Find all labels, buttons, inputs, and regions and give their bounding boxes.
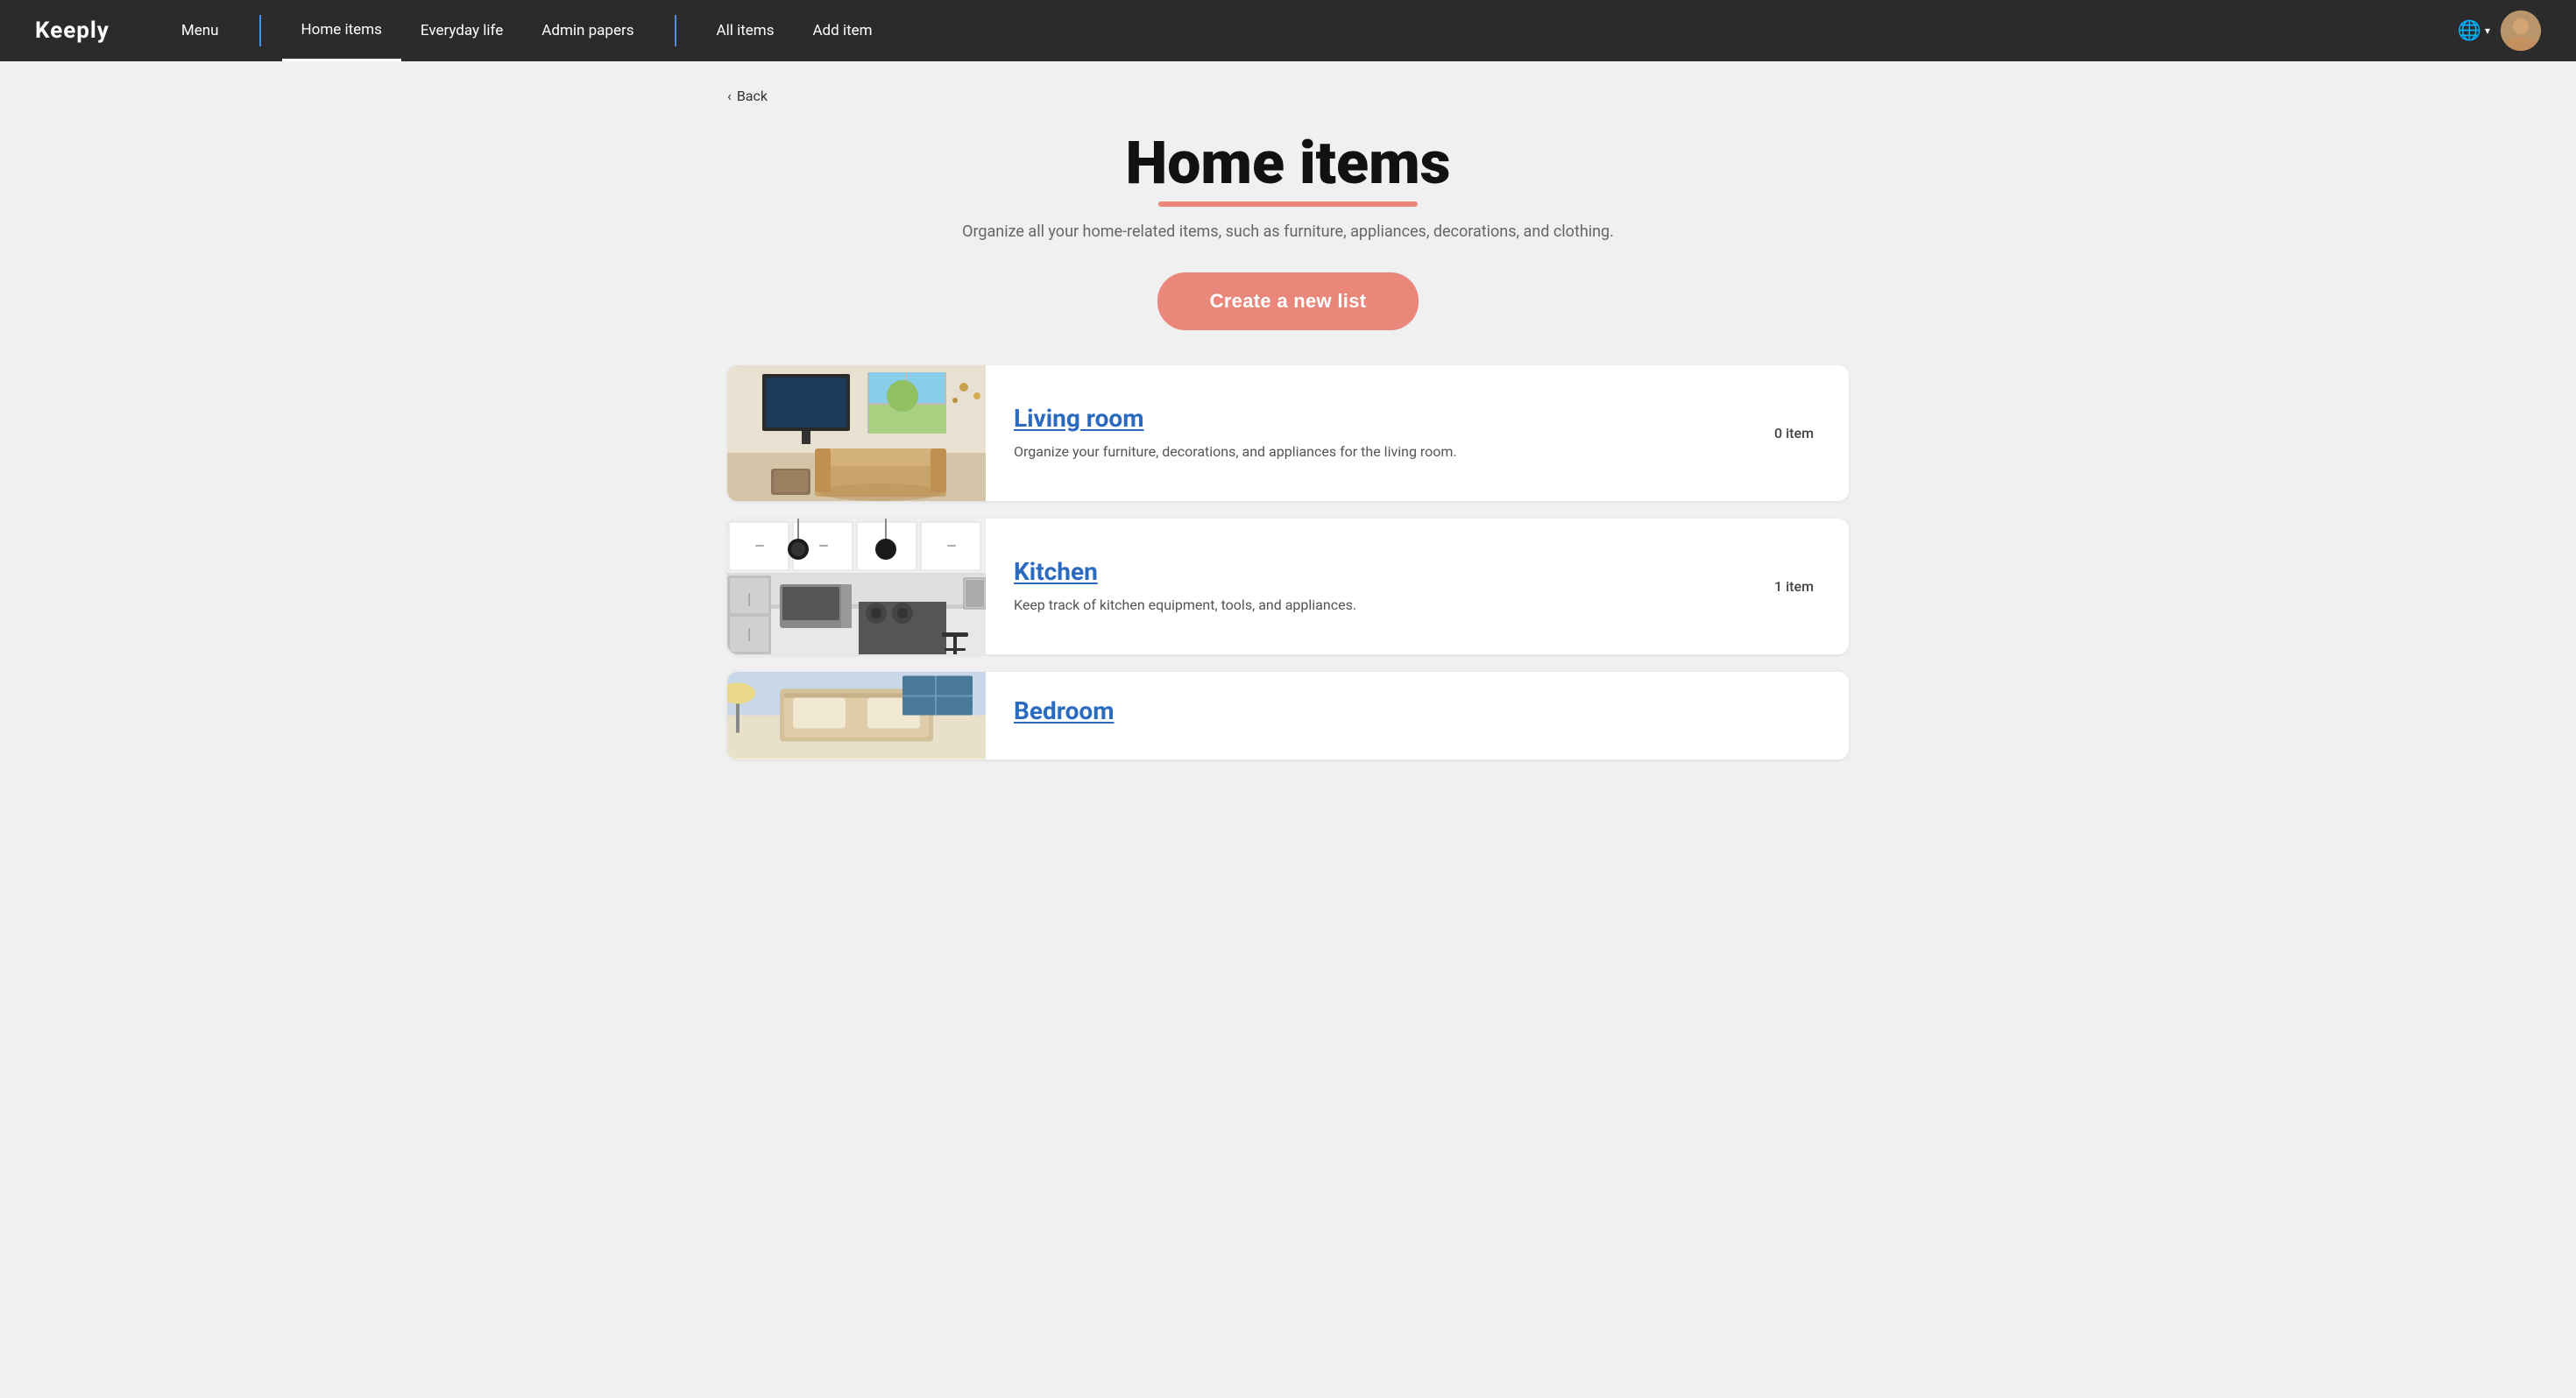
language-button[interactable]: 🌐 ▾ xyxy=(2458,19,2490,42)
avatar-image xyxy=(2501,11,2541,51)
list-description-living-room: Organize your furniture, decorations, an… xyxy=(1014,441,1746,462)
back-button[interactable]: ‹ Back xyxy=(727,88,1849,104)
list-title-kitchen[interactable]: Kitchen xyxy=(1014,557,1098,586)
list-card-image-bedroom xyxy=(727,672,986,759)
list-card-image-kitchen xyxy=(727,519,986,654)
brand-logo: Keeply xyxy=(35,18,110,44)
list-count-living-room: 0 item xyxy=(1774,425,1849,441)
chevron-left-icon: ‹ xyxy=(727,88,732,104)
list-count-kitchen: 1 item xyxy=(1774,578,1849,595)
create-list-button[interactable]: Create a new list xyxy=(1157,272,1419,330)
list-card-body-kitchen: Kitchen Keep track of kitchen equipment,… xyxy=(986,536,1774,637)
list-title-living-room[interactable]: Living room xyxy=(1014,404,1144,433)
page-header: Home items Organize all your home-relate… xyxy=(727,131,1849,241)
list-item: Kitchen Keep track of kitchen equipment,… xyxy=(727,519,1849,654)
list-title-bedroom[interactable]: Bedroom xyxy=(1014,696,1114,725)
page-subtitle: Organize all your home-related items, su… xyxy=(727,222,1849,241)
dropdown-arrow-icon: ▾ xyxy=(2485,25,2490,37)
nav-divider-2 xyxy=(675,15,676,46)
list-description-kitchen: Keep track of kitchen equipment, tools, … xyxy=(1014,595,1746,616)
list-card-body-living-room: Living room Organize your furniture, dec… xyxy=(986,383,1774,484)
nav-links: Menu Home items Everyday life Admin pape… xyxy=(162,0,2458,61)
list-card-body-bedroom: Bedroom xyxy=(986,675,1814,755)
nav-everyday-life[interactable]: Everyday life xyxy=(401,0,522,61)
nav-divider-1 xyxy=(259,15,261,46)
nav-all-items[interactable]: All items xyxy=(697,0,794,61)
nav-admin-papers[interactable]: Admin papers xyxy=(522,0,653,61)
list-item: Bedroom xyxy=(727,672,1849,759)
nav-right: 🌐 ▾ xyxy=(2458,11,2541,51)
nav-add-item[interactable]: Add item xyxy=(793,0,891,61)
navbar: Keeply Menu Home items Everyday life Adm… xyxy=(0,0,2576,61)
nav-home-items[interactable]: Home items xyxy=(282,0,401,61)
list-item: Living room Organize your furniture, dec… xyxy=(727,365,1849,501)
back-label: Back xyxy=(737,88,768,104)
globe-icon: 🌐 xyxy=(2458,19,2481,42)
page-title: Home items xyxy=(1125,131,1450,207)
main-content: ‹ Back Home items Organize all your home… xyxy=(675,61,1901,830)
nav-menu[interactable]: Menu xyxy=(162,0,238,61)
list-card-image-living-room xyxy=(727,365,986,501)
user-avatar[interactable] xyxy=(2501,11,2541,51)
